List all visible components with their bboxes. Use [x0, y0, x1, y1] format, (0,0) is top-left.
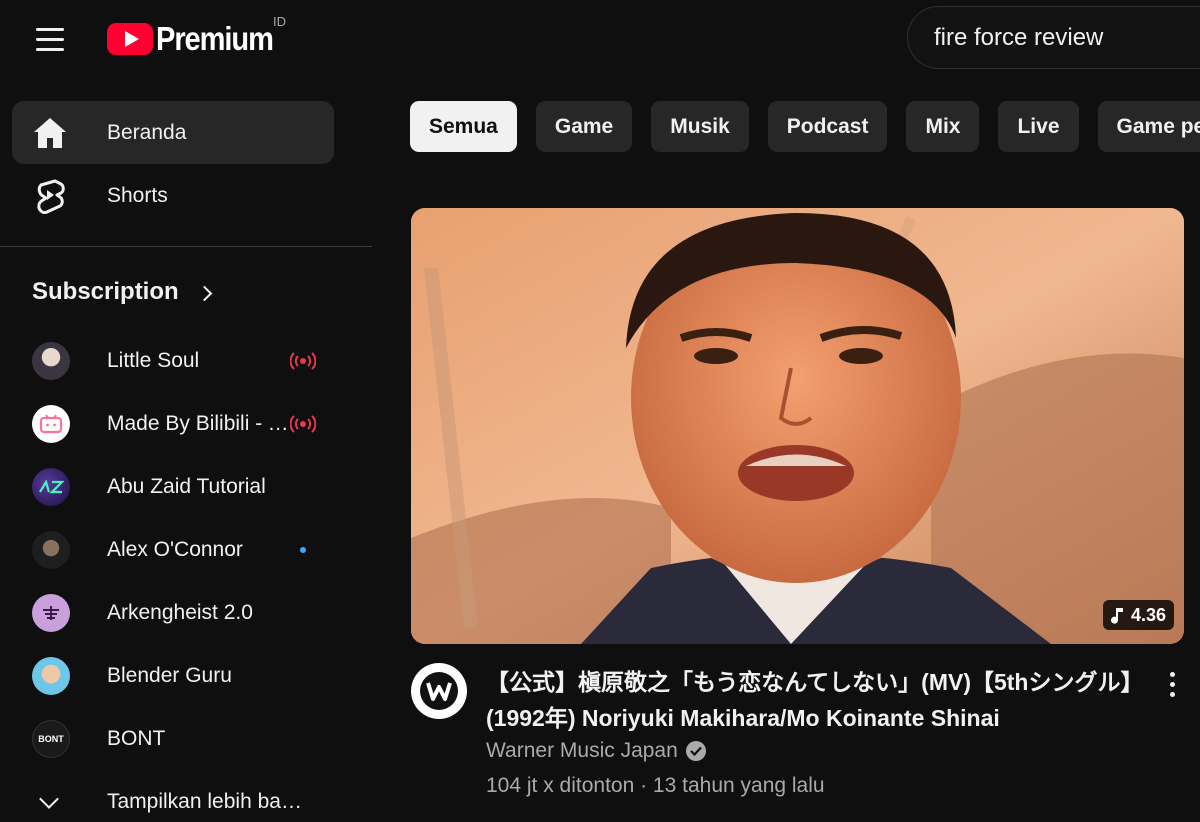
shorts-icon — [30, 176, 70, 216]
sidebar-channel[interactable]: Abu Zaid Tutorial — [12, 457, 334, 517]
video-meta: 104 jt x ditonton · 13 tahun yang lalu — [486, 774, 825, 797]
music-note-icon — [1110, 608, 1123, 624]
chip-podcast[interactable]: Podcast — [767, 101, 888, 152]
sidebar: Beranda Shorts Subscription Little Soul … — [0, 88, 372, 822]
chevron-right-icon — [196, 285, 212, 301]
menu-icon-bar — [36, 37, 64, 41]
sidebar-channel[interactable]: BONT BONT — [12, 709, 334, 769]
avatar — [32, 657, 70, 695]
chip-all[interactable]: Semua — [410, 101, 517, 152]
channel-name: Alex O'Connor — [107, 538, 243, 561]
avatar — [32, 405, 70, 443]
sidebar-channel[interactable]: Arkengheist 2.0 — [12, 583, 334, 643]
live-icon — [290, 352, 316, 370]
logo-text: Premium — [156, 20, 274, 57]
sidebar-channel[interactable]: Made By Bilibili - YouTube — [12, 394, 334, 454]
video-thumbnail[interactable]: 4.36 — [411, 208, 1184, 644]
channel-name: BONT — [107, 727, 166, 750]
avatar — [32, 531, 70, 569]
sidebar-channel[interactable]: Blender Guru — [12, 646, 334, 706]
video-duration-badge: 4.36 — [1102, 600, 1174, 630]
chip-music[interactable]: Musik — [651, 101, 749, 152]
home-icon — [30, 113, 70, 153]
sidebar-item-label: Beranda — [107, 120, 187, 144]
channel-name: Blender Guru — [107, 664, 232, 687]
show-more-label: Tampilkan lebih banyak — [107, 790, 312, 813]
more-actions-icon[interactable] — [1160, 668, 1184, 700]
youtube-premium-logo[interactable]: Premium ID — [107, 14, 289, 62]
sidebar-channel[interactable]: Little Soul — [12, 331, 334, 391]
video-title[interactable]: 【公式】槇原敬之「もう恋なんてしない」(MV)【5thシングル】 (1992年)… — [486, 664, 1146, 736]
channel-name: Warner Music Japan — [486, 739, 678, 762]
az-logo-icon — [39, 480, 64, 494]
duration-text: 4.36 — [1130, 604, 1166, 625]
warner-logo-icon — [420, 672, 458, 710]
search-input[interactable] — [934, 23, 1194, 52]
channel-name: Little Soul — [107, 349, 200, 372]
sidebar-channel[interactable]: Alex O'Connor — [12, 520, 334, 580]
subscription-header[interactable]: Subscription — [32, 278, 212, 306]
channel-name: Made By Bilibili - YouTube — [107, 412, 289, 435]
show-more-button[interactable]: Tampilkan lebih banyak — [12, 772, 334, 822]
sidebar-item-shorts[interactable]: Shorts — [12, 164, 334, 227]
avatar — [32, 594, 70, 632]
youtube-play-icon — [107, 23, 153, 55]
chip-mix[interactable]: Mix — [906, 101, 980, 152]
menu-button[interactable] — [24, 18, 78, 60]
subscription-title: Subscription — [32, 278, 179, 305]
channel-name: Arkengheist 2.0 — [107, 601, 253, 624]
filter-chips: Semua Game Musik Podcast Mix Live Game p… — [410, 101, 1200, 152]
chip-game[interactable]: Game — [535, 101, 633, 152]
menu-icon-bar — [36, 47, 64, 51]
search-box[interactable] — [907, 6, 1200, 69]
region-code: ID — [273, 14, 286, 29]
avatar — [32, 468, 70, 506]
new-content-dot — [300, 547, 306, 553]
menu-icon-bar — [36, 27, 64, 31]
chip-game-play[interactable]: Game pe — [1097, 101, 1200, 152]
bont-logo-text: BONT — [38, 734, 64, 744]
chip-live[interactable]: Live — [998, 101, 1079, 152]
sidebar-item-label: Shorts — [107, 183, 168, 207]
thumbnail-image — [411, 208, 1184, 644]
sidebar-divider — [0, 246, 372, 247]
video-channel[interactable]: Warner Music Japan — [486, 739, 706, 763]
channel-name: Abu Zaid Tutorial — [107, 475, 266, 498]
verified-icon — [685, 741, 706, 761]
avatar: BONT — [32, 720, 70, 758]
live-icon — [290, 415, 316, 433]
avatar — [32, 342, 70, 380]
chevron-down-icon — [39, 789, 59, 809]
channel-avatar[interactable] — [411, 663, 467, 719]
sidebar-item-home[interactable]: Beranda — [12, 101, 334, 164]
arkengheist-icon — [43, 606, 59, 620]
bilibili-icon — [39, 414, 63, 434]
